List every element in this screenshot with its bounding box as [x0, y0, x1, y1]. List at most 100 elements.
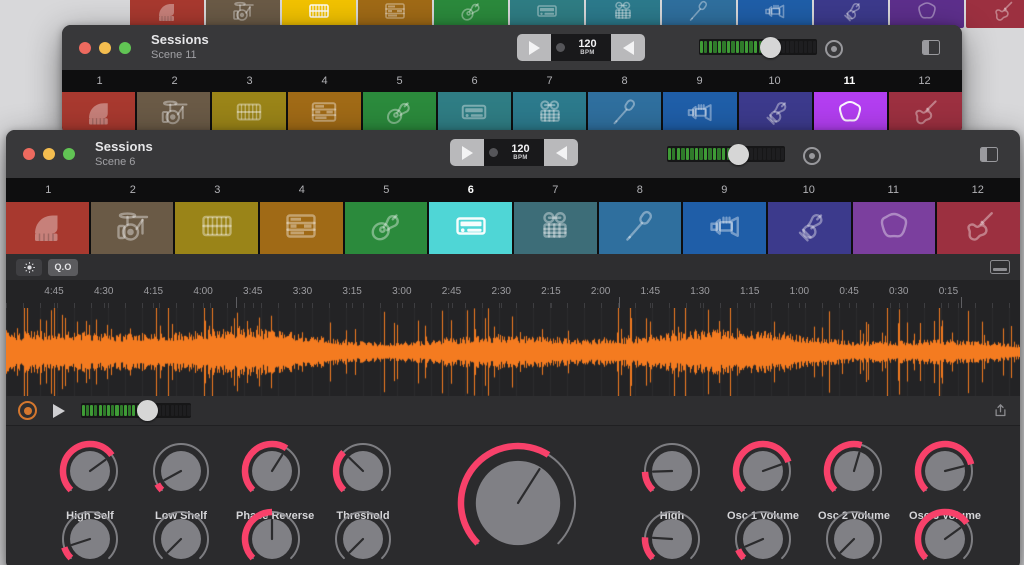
pad-3[interactable]: [282, 0, 356, 28]
window1-transport[interactable]: 120 BPM: [517, 34, 645, 61]
scene-number-5[interactable]: 5: [344, 178, 429, 202]
window2-scene-numbers[interactable]: 123456789101112: [6, 178, 1020, 202]
zoom-button[interactable]: [63, 148, 75, 160]
pad-1[interactable]: [62, 92, 135, 135]
scene-number-11[interactable]: 11: [851, 178, 936, 202]
pad-11[interactable]: [853, 202, 936, 254]
knob-crossfader[interactable]: Crossfader: [455, 442, 581, 565]
pad-2[interactable]: [206, 0, 280, 28]
scene-number-3[interactable]: 3: [175, 178, 260, 202]
pad-5[interactable]: [363, 92, 436, 135]
window1-bpm-display[interactable]: 120 BPM: [551, 34, 611, 61]
window2-titlebar[interactable]: Sessions Scene 6 120 BPM: [6, 130, 1020, 178]
pad-6[interactable]: [438, 92, 511, 135]
scene-number-9[interactable]: 9: [682, 178, 767, 202]
pad-11[interactable]: [814, 92, 887, 135]
knob-mid[interactable]: Mid: [327, 508, 399, 565]
window1-level-meter[interactable]: [699, 39, 817, 55]
knob-dial[interactable]: [732, 440, 794, 502]
scene-number-4[interactable]: 4: [260, 178, 345, 202]
scene-number-8[interactable]: 8: [598, 178, 683, 202]
clip-transport-bar[interactable]: [6, 396, 1020, 426]
knob-filter-emphasis[interactable]: Filter Emphasis: [727, 508, 799, 565]
pad-1[interactable]: [6, 202, 89, 254]
metronome-icon[interactable]: [16, 259, 42, 276]
pad-8[interactable]: [662, 0, 736, 28]
window1-pad-row[interactable]: [62, 92, 962, 135]
sessions-window-2[interactable]: Sessions Scene 6 120 BPM: [6, 130, 1020, 565]
window1-play-button[interactable]: [517, 34, 551, 61]
window2-volume-button[interactable]: [544, 139, 578, 166]
scene-number-2[interactable]: 2: [91, 178, 176, 202]
pad-6[interactable]: [429, 202, 512, 254]
pad-9[interactable]: [738, 0, 812, 28]
clip-meter-handle[interactable]: [137, 400, 158, 421]
scene-number-12[interactable]: 12: [887, 70, 962, 92]
pad-4[interactable]: [260, 202, 343, 254]
window1-scene-numbers[interactable]: 123456789101112: [62, 70, 962, 92]
scene-number-6[interactable]: 6: [429, 178, 514, 202]
minimize-button[interactable]: [43, 148, 55, 160]
scene-number-11[interactable]: 11: [812, 70, 887, 92]
knob-dial[interactable]: [914, 440, 976, 502]
metronome-icon[interactable]: [556, 43, 565, 52]
window2-play-button[interactable]: [450, 139, 484, 166]
editor-toolbar[interactable]: Q.O: [6, 254, 1020, 280]
knob-dial[interactable]: [823, 440, 885, 502]
window1-volume-button[interactable]: [611, 34, 645, 61]
metronome-icon[interactable]: [489, 148, 498, 157]
scene-number-3[interactable]: 3: [212, 70, 287, 92]
keyboard-toggle-icon[interactable]: [990, 260, 1010, 274]
pad-5[interactable]: [434, 0, 508, 28]
pad-2[interactable]: [91, 202, 174, 254]
pad-4[interactable]: [288, 92, 361, 135]
window2-record-button[interactable]: [803, 147, 821, 165]
scene-number-1[interactable]: 1: [62, 70, 137, 92]
clip-record-button[interactable]: [18, 401, 37, 420]
pad-10[interactable]: [768, 202, 851, 254]
scene-number-9[interactable]: 9: [662, 70, 737, 92]
scene-number-1[interactable]: 1: [6, 178, 91, 202]
knob-dial[interactable]: [150, 508, 212, 565]
pad-9[interactable]: [683, 202, 766, 254]
window2-traffic-lights[interactable]: [23, 148, 75, 160]
zoom-button[interactable]: [119, 42, 131, 54]
scene-number-7[interactable]: 7: [512, 70, 587, 92]
parameter-knob-panel[interactable]: High Self Low Shelf Phase Reverse Thresh…: [6, 426, 1020, 565]
knob-dial[interactable]: [59, 508, 121, 565]
minimize-button[interactable]: [99, 42, 111, 54]
pad-12[interactable]: [966, 0, 1024, 28]
pad-12[interactable]: [889, 92, 962, 135]
pad-9[interactable]: [663, 92, 736, 135]
scene-number-12[interactable]: 12: [936, 178, 1021, 202]
scene-number-8[interactable]: 8: [587, 70, 662, 92]
knob-dial[interactable]: [332, 440, 394, 502]
waveform-display[interactable]: [6, 308, 1020, 396]
pad-12[interactable]: [937, 202, 1020, 254]
scene-number-6[interactable]: 6: [437, 70, 512, 92]
share-icon[interactable]: [993, 402, 1008, 419]
pad-3[interactable]: [175, 202, 258, 254]
scene-number-5[interactable]: 5: [362, 70, 437, 92]
pad-10[interactable]: [739, 92, 812, 135]
window2-level-meter[interactable]: [667, 146, 785, 162]
timeline-ruler[interactable]: 4:454:304:154:003:453:303:153:002:452:30…: [6, 280, 1020, 308]
clip-level-meter[interactable]: [81, 403, 191, 418]
knob-dial[interactable]: [241, 440, 303, 502]
knob-dial[interactable]: [823, 508, 885, 565]
pad-8[interactable]: [599, 202, 682, 254]
quantize-button[interactable]: Q.O: [48, 259, 78, 276]
close-button[interactable]: [23, 148, 35, 160]
pad-6[interactable]: [510, 0, 584, 28]
knob-auto-att-rel[interactable]: Auto Att/Rel: [145, 508, 217, 565]
close-button[interactable]: [79, 42, 91, 54]
window2-sidebar-toggle-icon[interactable]: [980, 147, 998, 162]
knob-fx1-bypass[interactable]: FX1 Bypass: [818, 508, 890, 565]
pad-3[interactable]: [212, 92, 285, 135]
knob-dial[interactable]: [732, 508, 794, 565]
pad-8[interactable]: [588, 92, 661, 135]
pad-7[interactable]: [586, 0, 660, 28]
window2-meter-handle[interactable]: [728, 144, 749, 165]
scene-number-7[interactable]: 7: [513, 178, 598, 202]
window1-sidebar-toggle-icon[interactable]: [922, 40, 940, 55]
